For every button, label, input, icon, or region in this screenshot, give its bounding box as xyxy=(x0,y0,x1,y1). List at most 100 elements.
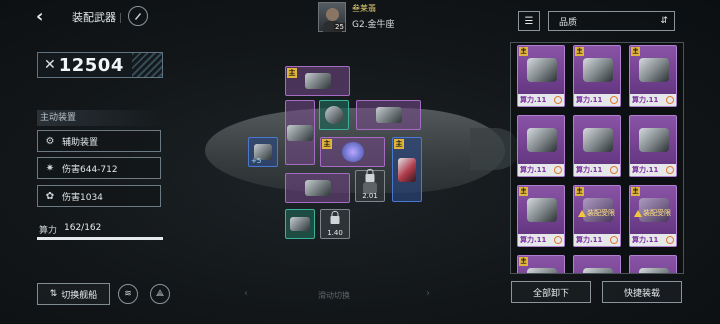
card-footer: 算力.11 xyxy=(574,164,620,176)
attribute-row[interactable]: ✿ 伤害1034 xyxy=(37,185,161,207)
player-name: 叁莱翡 xyxy=(352,4,376,13)
card-footer: 算力.11 xyxy=(630,164,676,176)
card-power: 算力.11 xyxy=(576,96,603,104)
spark-icon: ✷ xyxy=(45,162,55,174)
main-tag: 主 xyxy=(394,139,404,149)
equipment-card[interactable]: 主 算力.11 xyxy=(573,45,621,107)
sort-label: 品质 xyxy=(559,17,578,28)
weapon-slot[interactable]: +5 xyxy=(248,137,278,167)
equipment-card[interactable] xyxy=(629,255,677,273)
attribute-row[interactable]: ✷ 伤害644-712 xyxy=(37,157,161,179)
reactor-icon xyxy=(341,142,364,162)
fleet-icon: ⟁ xyxy=(155,289,165,299)
card-power: 算力.11 xyxy=(520,96,547,104)
main-tag: 主 xyxy=(519,47,528,56)
equipment-card[interactable]: 算力.11 xyxy=(573,115,621,177)
title-divider xyxy=(120,13,121,23)
paint-button[interactable] xyxy=(128,6,148,26)
equipment-card[interactable]: 主 算力.11 xyxy=(629,45,677,107)
card-footer: 算力.11 xyxy=(518,164,564,176)
card-power: 算力.11 xyxy=(520,236,547,244)
card-power: 算力.11 xyxy=(576,166,603,174)
card-power: 算力.11 xyxy=(576,236,603,244)
fleet-button[interactable]: ⟁ xyxy=(150,284,170,304)
gear-icon xyxy=(666,166,674,174)
attribute-row[interactable]: ⚙ 辅助装置 xyxy=(37,130,161,152)
weapon-icon xyxy=(375,107,402,123)
crossed-swords-icon: ✕ xyxy=(44,57,56,73)
filter-button[interactable]: ☰ xyxy=(518,11,540,31)
warning-icon xyxy=(634,209,642,217)
weapon-icon xyxy=(304,180,331,196)
unload-all-button[interactable]: 全部卸下 xyxy=(511,281,591,303)
weapon-icon xyxy=(304,73,331,89)
weapon-icon xyxy=(639,128,669,152)
back-icon[interactable]: ‹ xyxy=(36,8,54,26)
main-tag: 主 xyxy=(287,68,297,78)
gear-icon xyxy=(666,96,674,104)
bonus-badge: +5 xyxy=(251,157,262,165)
weapon-icon xyxy=(527,128,557,152)
equipment-card[interactable]: 主 xyxy=(517,255,565,273)
page-title: 装配武器 xyxy=(72,11,116,24)
slide-left-icon[interactable]: ‹ xyxy=(244,288,248,299)
gear-icon xyxy=(554,236,562,244)
slide-hint: 滑动切换 xyxy=(318,291,350,300)
section-title: 主动装置 xyxy=(37,110,163,126)
card-power: 算力.11 xyxy=(632,166,659,174)
attribute-label: 伤害644-712 xyxy=(62,164,118,175)
restriction-warning: 装配受限 xyxy=(578,208,618,218)
weapon-slot[interactable]: 主 xyxy=(392,137,422,202)
weapon-icon xyxy=(527,268,557,273)
equipment-card[interactable]: 算力.11 xyxy=(629,115,677,177)
sort-dropdown[interactable]: 品质 ⇵ xyxy=(548,11,675,31)
wave-button[interactable]: ≋ xyxy=(118,284,138,304)
gear-icon xyxy=(610,166,618,174)
equipment-card[interactable]: 主 装配受限 算力.11 xyxy=(573,185,621,247)
gear-icon: ⚙ xyxy=(45,135,55,147)
brush-icon xyxy=(135,13,141,20)
swap-icon: ⇅ xyxy=(49,289,58,299)
weapon-slot[interactable] xyxy=(356,100,421,130)
equipment-card[interactable]: 算力.11 xyxy=(517,115,565,177)
equipment-grid: 主 算力.11 主 算力.11 主 算力.11 算力.11 算力.11 算力.1… xyxy=(510,42,684,274)
weapon-slot[interactable] xyxy=(285,100,315,165)
card-footer: 算力.11 xyxy=(574,94,620,106)
switch-ship-button[interactable]: ⇅ 切换舰船 xyxy=(37,283,110,305)
main-tag: 主 xyxy=(519,257,528,266)
equipment-card[interactable] xyxy=(573,255,621,273)
filter-icon: ☰ xyxy=(524,15,534,27)
equipment-card[interactable]: 主 算力.11 xyxy=(517,45,565,107)
capacity-bar-fill xyxy=(37,237,163,240)
main-tag: 主 xyxy=(631,47,640,56)
quick-equip-button[interactable]: 快捷装载 xyxy=(602,281,682,303)
weapon-slot[interactable] xyxy=(285,209,315,239)
card-footer: 算力.11 xyxy=(630,234,676,246)
equipment-card[interactable]: 主 装配受限 算力.11 xyxy=(629,185,677,247)
capacity-value: 162/162 xyxy=(64,223,102,233)
weapon-slot[interactable]: 主 xyxy=(285,66,350,96)
locked-slot[interactable]: 2.01 xyxy=(355,169,385,202)
weapon-icon xyxy=(583,268,613,273)
main-tag: 主 xyxy=(631,187,640,196)
card-footer: 算力.11 xyxy=(518,234,564,246)
device-icon xyxy=(325,106,343,124)
device-icon xyxy=(290,217,310,231)
card-footer: 算力.11 xyxy=(630,94,676,106)
weapon-slot[interactable] xyxy=(319,100,349,130)
avatar-face xyxy=(326,8,339,21)
locked-slot[interactable]: 1.40 xyxy=(320,209,350,239)
weapon-slot[interactable] xyxy=(285,173,350,203)
capacity-label: 算力 xyxy=(39,226,58,236)
weapon-icon xyxy=(527,198,557,222)
weapon-icon xyxy=(398,157,416,182)
equipment-card[interactable]: 主 算力.11 xyxy=(517,185,565,247)
card-power: 算力.11 xyxy=(632,96,659,104)
player-level: 25 xyxy=(334,23,345,31)
slide-right-icon[interactable]: › xyxy=(426,288,430,299)
weapon-icon xyxy=(527,58,557,82)
switch-ship-label: 切换舰船 xyxy=(61,290,98,301)
slot-value: 2.01 xyxy=(362,192,378,200)
weapon-slot[interactable]: 主 xyxy=(320,137,385,167)
hatch-decoration xyxy=(132,53,162,77)
